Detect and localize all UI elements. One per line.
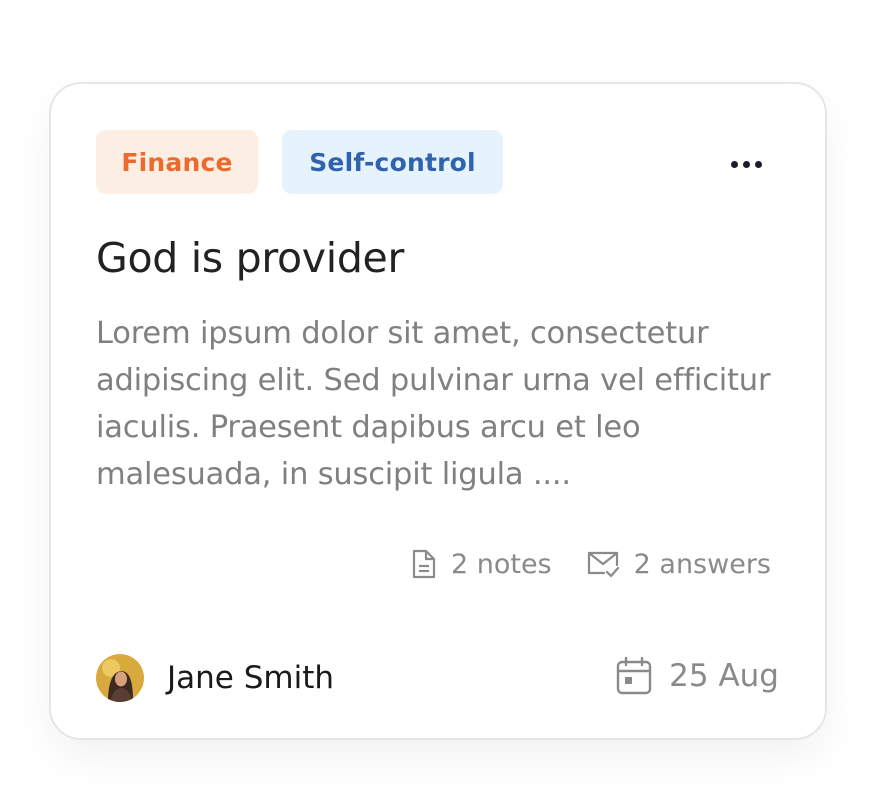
card-title[interactable]: God is provider bbox=[96, 234, 404, 282]
calendar-icon bbox=[616, 656, 652, 695]
answers-count: 2 answers bbox=[633, 548, 771, 580]
question-card[interactable]: Finance Self-control God is provider Lor… bbox=[49, 82, 827, 740]
due-date: 25 Aug bbox=[615, 656, 779, 696]
date-label: 25 Aug bbox=[669, 658, 779, 694]
notes-stat[interactable]: 2 notes bbox=[411, 548, 552, 580]
author[interactable]: Jane Smith bbox=[96, 654, 334, 702]
tag-finance[interactable]: Finance bbox=[96, 130, 258, 194]
avatar[interactable] bbox=[96, 654, 144, 702]
tag-self-control[interactable]: Self-control bbox=[282, 130, 503, 194]
mail-check-icon bbox=[587, 551, 619, 578]
answers-stat[interactable]: 2 answers bbox=[586, 549, 771, 580]
more-dot-icon bbox=[730, 160, 738, 168]
author-name: Jane Smith bbox=[167, 660, 335, 696]
card-description: Lorem ipsum dolor sit amet, consectetur … bbox=[96, 316, 771, 492]
more-dot-icon bbox=[742, 160, 750, 168]
card-stats: 2 notes 2 answers bbox=[411, 548, 771, 580]
notes-count: 2 notes bbox=[450, 548, 552, 580]
more-options-button[interactable] bbox=[721, 146, 771, 182]
document-icon bbox=[412, 549, 436, 579]
more-dot-icon bbox=[754, 160, 762, 168]
